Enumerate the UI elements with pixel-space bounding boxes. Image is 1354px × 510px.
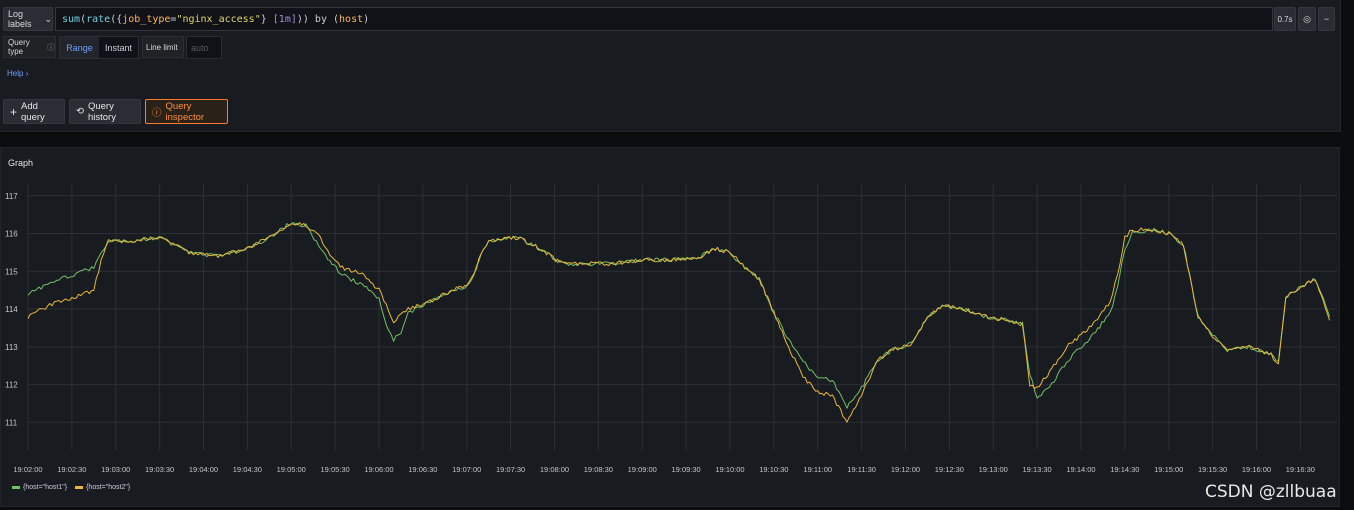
query-token: job_type	[122, 13, 171, 25]
line-limit-input[interactable]: auto	[186, 36, 222, 59]
x-tick-label: 19:15:00	[1154, 465, 1183, 474]
y-tick-label: 117	[5, 192, 18, 201]
query-inspector-button[interactable]: ⓘ Query inspector	[145, 99, 228, 124]
query-row: Log labels ⌄ sum(rate({job_type = "nginx_a…	[3, 7, 1335, 31]
info-icon: ⓘ	[47, 42, 55, 52]
x-tick-label: 19:06:30	[408, 465, 437, 474]
legend-item-host2[interactable]: {host="host2"}	[75, 484, 130, 491]
history-icon: ⟲	[76, 106, 84, 117]
plus-icon: +	[10, 104, 18, 119]
y-tick-label: 114	[5, 305, 18, 314]
x-tick-label: 19:11:30	[847, 465, 876, 474]
line-limit-label: Line limit	[142, 36, 184, 58]
query-token: "nginx_access"	[176, 13, 261, 25]
time-series-chart[interactable]: 111 112 113 114 115 116 117 19:02:00 19:02:30 19:…	[1, 148, 1339, 506]
minus-icon: −	[1323, 14, 1330, 24]
x-tick-label: 19:16:30	[1286, 465, 1315, 474]
add-query-label: Add query	[21, 100, 45, 123]
x-tick-label: 19:07:30	[496, 465, 525, 474]
help-toggle[interactable]: Help ›	[7, 69, 28, 78]
query-token: host	[339, 13, 364, 25]
query-input[interactable]: sum(rate({job_type = "nginx_access"} [1m])…	[55, 7, 1273, 31]
x-tick-label: 19:02:30	[57, 465, 86, 474]
x-tick-label: 19:08:30	[584, 465, 613, 474]
x-tick-label: 19:13:30	[1023, 465, 1052, 474]
x-tick-label: 19:03:30	[145, 465, 174, 474]
watermark: CSDN @zllbuaa	[1205, 482, 1337, 502]
add-query-button[interactable]: + Add query	[3, 99, 65, 124]
query-inspector-label: Query inspector	[165, 100, 205, 123]
instant-radio[interactable]: Instant	[99, 37, 138, 58]
legend-item-host1[interactable]: {host="host1"}	[12, 484, 67, 491]
x-tick-label: 19:10:00	[715, 465, 744, 474]
query-token: rate	[86, 13, 111, 25]
chevron-down-icon: ⌄	[44, 13, 52, 24]
help-label: Help	[7, 69, 24, 78]
x-tick-label: 19:10:30	[759, 465, 788, 474]
remove-query-button[interactable]: −	[1318, 7, 1335, 31]
query-token: sum	[62, 13, 81, 25]
graph-panel: Graph 111 112 113 114 115 116 117 19:02:00 19:02…	[0, 147, 1340, 507]
x-tick-label: 19:14:00	[1066, 465, 1095, 474]
chart-legend: {host="host1"} {host="host2"}	[12, 484, 130, 491]
legend-swatch-host1	[12, 486, 20, 489]
duration-label: 0.7s	[1277, 14, 1293, 24]
query-token: )	[363, 13, 370, 25]
query-token: [1m]	[272, 13, 297, 25]
log-labels-button[interactable]: Log labels ⌄	[3, 7, 53, 31]
x-tick-label: 19:02:00	[13, 465, 42, 474]
series-line-2	[27, 222, 1331, 423]
query-token: )) by (	[296, 13, 340, 25]
x-tick-label: 19:04:00	[189, 465, 218, 474]
x-tick-label: 19:13:00	[979, 465, 1008, 474]
x-tick-label: 19:06:00	[364, 465, 393, 474]
info-circle-icon: ⓘ	[152, 107, 162, 119]
x-tick-label: 19:08:00	[540, 465, 569, 474]
legend-label-host2: {host="host2"}	[86, 484, 131, 491]
x-tick-label: 19:15:30	[1198, 465, 1227, 474]
series-line-1	[27, 222, 1331, 409]
x-tick-label: 19:12:30	[935, 465, 964, 474]
y-tick-label: 112	[5, 381, 18, 390]
query-type-text: Query type	[8, 38, 30, 56]
y-tick-label: 116	[5, 230, 18, 239]
x-tick-label: 19:05:00	[277, 465, 306, 474]
x-tick-label: 19:05:30	[321, 465, 350, 474]
x-tick-label: 19:14:30	[1110, 465, 1139, 474]
x-tick-label: 19:04:30	[233, 465, 262, 474]
x-tick-label: 19:12:00	[891, 465, 920, 474]
legend-swatch-host2	[75, 486, 84, 489]
toggle-query-button[interactable]: ◎	[1298, 7, 1316, 31]
log-labels-label: Log labels	[8, 9, 32, 29]
query-type-label: Query type ⓘ	[3, 36, 56, 58]
y-tick-label: 115	[5, 267, 18, 276]
x-tick-label: 19:09:30	[672, 465, 701, 474]
x-tick-label: 19:16:00	[1242, 465, 1271, 474]
query-token: }	[260, 13, 273, 25]
range-radio[interactable]: Range	[60, 37, 99, 58]
chevron-right-icon: ›	[25, 69, 29, 78]
query-editor-panel: Log labels ⌄ sum(rate({job_type = "nginx_a…	[0, 0, 1341, 132]
legend-label-host1: {host="host1"}	[23, 484, 68, 491]
x-tick-label: 19:09:00	[628, 465, 657, 474]
x-tick-label: 19:03:00	[101, 465, 130, 474]
query-duration: 0.7s	[1274, 7, 1296, 31]
query-history-label: Query history	[87, 100, 116, 123]
query-history-button[interactable]: ⟲ Query history	[69, 99, 141, 124]
y-tick-label: 113	[5, 343, 18, 352]
query-token: ({	[110, 13, 123, 25]
query-type-radio-group: Range Instant	[59, 36, 139, 59]
y-tick-label: 111	[5, 418, 18, 427]
eye-icon: ◎	[1303, 13, 1311, 24]
x-tick-label: 19:11:00	[803, 465, 832, 474]
x-tick-label: 19:07:00	[452, 465, 481, 474]
